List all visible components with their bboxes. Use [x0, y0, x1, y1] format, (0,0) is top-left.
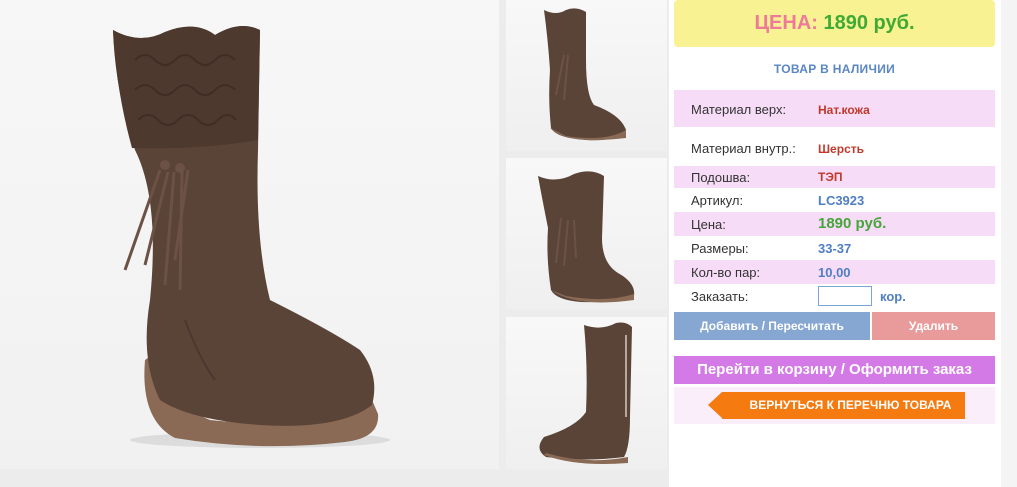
back-to-list-label: ВЕРНУТЬСЯ К ПЕРЕЧНЮ ТОВАРА	[749, 398, 952, 412]
spec-value: 1890 руб.	[818, 215, 887, 232]
thumbnail-image-2[interactable]	[506, 158, 667, 309]
boot-illustration	[113, 26, 390, 448]
spec-value: 10,00	[818, 265, 851, 280]
spec-row-pairs: Кол-во пар: 10,00	[674, 260, 995, 284]
product-info-panel: ЦЕНА: 1890 руб. ТОВАР В НАЛИЧИИ Материал…	[669, 0, 1001, 487]
page-right-margin	[1001, 0, 1017, 487]
spec-label: Цена:	[691, 217, 726, 232]
spec-row-sizes: Размеры: 33-37	[674, 237, 995, 259]
arrow-left-icon	[708, 392, 722, 418]
order-label: Заказать:	[691, 289, 749, 304]
go-to-cart-button[interactable]: Перейти в корзину / Оформить заказ	[674, 356, 995, 384]
back-button-area: ВЕРНУТЬСЯ К ПЕРЕЧНЮ ТОВАРА	[674, 387, 995, 424]
spec-row-material-top: Материал верх: Нат.кожа	[674, 90, 995, 127]
spec-label: Материал внутр.:	[691, 141, 796, 156]
boot-thumbnail-3	[539, 322, 632, 464]
spec-row-sole: Подошва: ТЭП	[674, 166, 995, 188]
price-banner: ЦЕНА: 1890 руб.	[674, 0, 995, 47]
thumbnail-image-3[interactable]	[506, 317, 667, 469]
spec-value: LC3923	[818, 193, 865, 208]
back-to-list-button[interactable]: ВЕРНУТЬСЯ К ПЕРЕЧНЮ ТОВАРА	[708, 392, 965, 419]
price-banner-value: 1890 руб.	[823, 12, 915, 34]
spec-label: Подошва:	[691, 170, 751, 185]
stock-status: ТОВАР В НАЛИЧИИ	[773, 62, 896, 76]
boot-thumbnail-1	[544, 8, 626, 141]
spec-label: Размеры:	[691, 241, 749, 256]
price-banner-label: ЦЕНА:	[754, 12, 818, 34]
order-unit: кор.	[880, 289, 906, 304]
spec-label: Артикул:	[691, 193, 744, 208]
product-page: ЦЕНА: 1890 руб. ТОВАР В НАЛИЧИИ Материал…	[0, 0, 1017, 487]
spec-value: 33-37	[818, 241, 852, 256]
spec-value: ТЭП	[818, 170, 843, 184]
delete-button[interactable]: Удалить	[872, 312, 995, 340]
order-quantity-input[interactable]	[818, 286, 872, 306]
spec-value: Шерсть	[818, 142, 864, 156]
spec-value: Нат.кожа	[818, 103, 870, 117]
thumbnail-image-1[interactable]	[506, 0, 667, 151]
spec-label: Кол-во пар:	[691, 265, 761, 280]
spec-row-article: Артикул: LC3923	[674, 189, 995, 211]
boot-thumbnail-2	[538, 171, 635, 303]
spec-row-price: Цена: 1890 руб.	[674, 212, 995, 236]
add-recalculate-button[interactable]: Добавить / Пересчитать	[674, 312, 870, 340]
spec-row-material-inner: Материал внутр.: Шерсть	[674, 130, 995, 165]
spec-label: Материал верх:	[691, 102, 787, 117]
main-product-image[interactable]	[0, 0, 499, 469]
